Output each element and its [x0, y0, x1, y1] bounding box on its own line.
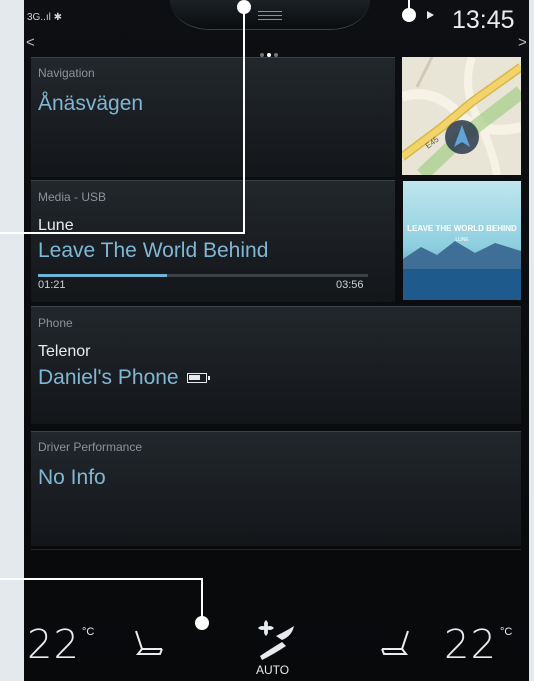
left-temperature-unit: °C — [82, 626, 95, 638]
navigation-title: Navigation — [38, 66, 95, 80]
callout-line — [243, 6, 245, 234]
callout-line — [201, 578, 203, 618]
divider — [31, 549, 521, 550]
phone-device: Daniel's Phone — [38, 366, 179, 389]
chevron-right-icon[interactable]: > — [518, 34, 527, 51]
phone-carrier: Telenor — [38, 343, 91, 360]
driver-title: Driver Performance — [38, 440, 143, 454]
media-source: Media - USB — [38, 190, 107, 204]
phone-title: Phone — [38, 316, 73, 330]
navigation-street: Ånäsvägen — [38, 92, 144, 115]
album-art-graphic: LEAVE THE WORLD BEHIND LUNE — [403, 181, 521, 300]
map-graphic: E45 — [402, 57, 521, 175]
media-track: Leave The World Behind — [38, 239, 269, 262]
battery-icon — [186, 373, 210, 384]
media-tile[interactable]: Media - USB Lune Leave The World Behind … — [31, 180, 395, 302]
album-art-title: LEAVE THE WORLD BEHIND — [407, 224, 517, 233]
callout-dot — [195, 616, 209, 630]
media-elapsed: 01:21 — [38, 279, 66, 291]
callout-line — [0, 232, 245, 234]
chevron-left-icon[interactable]: < — [26, 34, 35, 51]
climate-bar: 22 °C AUTO 22 °C — [24, 590, 529, 681]
navigation-map[interactable]: E45 — [402, 57, 521, 175]
album-art-artist: LUNE — [455, 237, 469, 243]
play-icon — [427, 11, 434, 19]
media-progress-fill — [38, 274, 167, 277]
right-temperature-unit: °C — [500, 626, 513, 638]
left-seat-heat-icon[interactable] — [132, 628, 166, 658]
phone-tile[interactable]: Phone Telenor Daniel's Phone — [31, 306, 521, 424]
signal-status: 3G..ıl ✱ — [27, 12, 63, 23]
navigation-tile[interactable]: Navigation Ånäsvägen — [31, 57, 395, 177]
callout-dot — [237, 0, 251, 14]
right-temperature[interactable]: 22 — [444, 622, 497, 668]
status-bar: 3G..ıl ✱ 13:45 — [24, 0, 529, 38]
driver-performance-tile[interactable]: Driver Performance No Info — [31, 431, 521, 546]
handle-icon — [258, 11, 282, 20]
climate-mode[interactable]: AUTO — [256, 663, 289, 677]
album-art[interactable]: LEAVE THE WORLD BEHIND LUNE — [403, 181, 521, 300]
media-progress-bar[interactable] — [38, 274, 368, 277]
media-duration: 03:56 — [336, 279, 364, 291]
fan-icon[interactable] — [252, 618, 298, 662]
phone-device-row: Daniel's Phone — [38, 366, 210, 390]
driver-value: No Info — [38, 466, 106, 489]
clock: 13:45 — [452, 6, 515, 34]
callout-dot — [402, 8, 416, 22]
top-pull-down-tab[interactable] — [170, 0, 370, 30]
right-seat-heat-icon[interactable] — [378, 628, 412, 658]
callout-line — [0, 578, 203, 580]
left-temperature[interactable]: 22 — [27, 622, 80, 668]
